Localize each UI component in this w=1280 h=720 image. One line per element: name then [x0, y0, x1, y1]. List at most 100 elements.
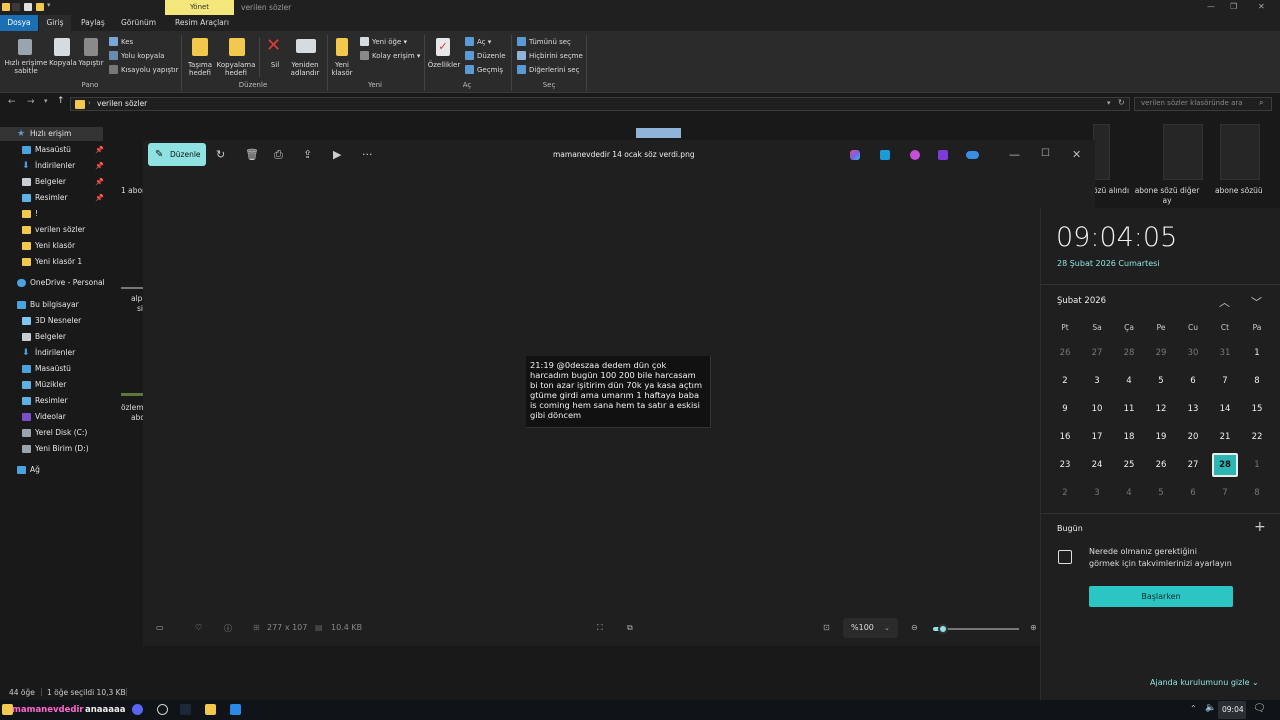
- nav-item-folder-excl[interactable]: !: [0, 207, 38, 221]
- calendar-day[interactable]: 23: [1052, 453, 1078, 477]
- calendar-day[interactable]: 3: [1084, 369, 1110, 393]
- calendar-day[interactable]: 2: [1052, 481, 1078, 505]
- easy-access-button[interactable]: Kolay erişim ▾: [360, 51, 420, 60]
- calendar-day[interactable]: 9: [1052, 397, 1078, 421]
- onenote-icon[interactable]: [938, 150, 948, 160]
- nav-pc-videos[interactable]: Videolar: [0, 410, 66, 424]
- calendar-day[interactable]: 28: [1116, 341, 1142, 365]
- nav-pc-drive-c[interactable]: Yerel Disk (C:): [0, 426, 87, 440]
- address-dropdown-icon[interactable]: ▾: [1107, 99, 1111, 107]
- back-icon[interactable]: ←: [8, 97, 16, 107]
- calendar-day[interactable]: 30: [1180, 341, 1206, 365]
- designer-icon[interactable]: [880, 150, 890, 160]
- calendar-day[interactable]: 19: [1148, 425, 1174, 449]
- nav-pc-drive-d[interactable]: Yeni Birim (D:): [0, 442, 89, 456]
- file-thumbnail[interactable]: [1163, 124, 1203, 180]
- forward-icon[interactable]: →: [27, 97, 35, 107]
- calendar-day[interactable]: 22: [1244, 425, 1270, 449]
- calendar-day-today[interactable]: 28: [1212, 453, 1238, 477]
- calendar-day[interactable]: 27: [1084, 341, 1110, 365]
- new-folder-button[interactable]: Yeni klasör: [328, 61, 356, 77]
- nav-pc-music[interactable]: Müzikler: [0, 378, 66, 392]
- calendar-day[interactable]: 8: [1244, 369, 1270, 393]
- file-thumbnail[interactable]: [121, 393, 143, 396]
- minimize-icon[interactable]: —: [1207, 2, 1215, 11]
- nav-item-desktop[interactable]: Masaüstü 📌: [0, 143, 104, 157]
- edit-image-button[interactable]: ✎ Düzenle: [148, 143, 206, 166]
- chevron-down-icon[interactable]: ﹀: [1251, 294, 1262, 310]
- zoom-slider-thumb[interactable]: [938, 624, 948, 634]
- edit-file-button[interactable]: Düzenle: [465, 51, 506, 60]
- calendar-day[interactable]: 4: [1116, 481, 1142, 505]
- search-input[interactable]: verilen sözler klasöründe ara: [1141, 99, 1243, 107]
- nav-pc-downloads[interactable]: ⬇ İndirilenler: [0, 346, 75, 360]
- calendar-day[interactable]: 7: [1212, 369, 1238, 393]
- tab-file[interactable]: Dosya: [0, 15, 38, 31]
- nav-quick-access[interactable]: ★ Hızlı erişim: [0, 127, 71, 141]
- pin-quick-access-button[interactable]: Hızlı erişime sabitle: [3, 59, 49, 75]
- move-to-button[interactable]: Taşıma hedefi: [184, 61, 216, 77]
- chevron-up-icon[interactable]: ⌃: [1190, 704, 1197, 713]
- calendar-day[interactable]: 6: [1180, 481, 1206, 505]
- context-tab-manage[interactable]: Yönet: [165, 0, 234, 15]
- search-box[interactable]: verilen sözler klasöründe ara ⌕: [1134, 97, 1272, 111]
- full-date[interactable]: 28 Şubat 2026 Cumartesi: [1057, 259, 1160, 268]
- calendar-day[interactable]: 15: [1244, 397, 1270, 421]
- print-icon[interactable]: ⎙: [274, 148, 283, 162]
- nav-item-verilen-sozler[interactable]: verilen sözler: [0, 223, 85, 237]
- nav-item-downloads[interactable]: ⬇ İndirilenler 📌: [0, 159, 104, 173]
- new-item-button[interactable]: Yeni öğe ▾: [360, 37, 407, 46]
- calendar-day[interactable]: 31: [1212, 341, 1238, 365]
- filmstrip-icon[interactable]: ▭: [156, 623, 164, 632]
- calendar-day[interactable]: 12: [1148, 397, 1174, 421]
- slideshow-icon[interactable]: ▶: [333, 148, 341, 161]
- rotate-icon[interactable]: ↻: [216, 148, 225, 161]
- calendar-day[interactable]: 10: [1084, 397, 1110, 421]
- get-started-button[interactable]: Başlarken: [1089, 586, 1233, 607]
- calendar-day[interactable]: 1: [1244, 341, 1270, 365]
- calendar-day[interactable]: 16: [1052, 425, 1078, 449]
- month-title[interactable]: Şubat 2026: [1057, 296, 1106, 306]
- tab-home[interactable]: Giriş: [39, 15, 71, 31]
- add-event-icon[interactable]: +: [1254, 519, 1266, 535]
- new-folder-icon[interactable]: [36, 3, 44, 11]
- tab-view[interactable]: Görünüm: [121, 18, 156, 27]
- select-all-button[interactable]: Tümünü seç: [517, 37, 571, 46]
- calendar-day[interactable]: 13: [1180, 397, 1206, 421]
- more-icon[interactable]: ···: [362, 148, 373, 161]
- hide-agenda-link[interactable]: Ajanda kurulumunu gizle ⌄: [1150, 678, 1259, 687]
- calendar-day[interactable]: 1: [1244, 453, 1270, 477]
- calendar-day[interactable]: 11: [1116, 397, 1142, 421]
- volume-icon[interactable]: 🔈: [1205, 703, 1216, 713]
- maximize-icon[interactable]: ☐: [1041, 148, 1050, 159]
- refresh-icon[interactable]: ↻: [1118, 98, 1125, 107]
- nav-pc-desktop[interactable]: Masaüstü: [0, 362, 71, 376]
- copy-to-button[interactable]: Kopyalama hedefi: [216, 61, 256, 77]
- calendar-day[interactable]: 7: [1212, 481, 1238, 505]
- calendar-day[interactable]: 18: [1116, 425, 1142, 449]
- share-icon[interactable]: ⇪: [303, 148, 312, 161]
- file-label[interactable]: abone sözü diğer ay: [1132, 186, 1202, 206]
- calendar-day[interactable]: 26: [1052, 341, 1078, 365]
- calendar-day[interactable]: 4: [1116, 369, 1142, 393]
- nav-pc-documents[interactable]: Belgeler: [0, 330, 66, 344]
- up-icon[interactable]: ↑: [57, 96, 65, 106]
- file-thumbnail[interactable]: [1220, 124, 1260, 180]
- clipchamp-icon[interactable]: [910, 150, 920, 160]
- tab-share[interactable]: Paylaş: [81, 18, 105, 27]
- copilot-icon[interactable]: [850, 150, 860, 160]
- search-icon[interactable]: ⌕: [1259, 98, 1263, 108]
- file-label[interactable]: özü alındı: [1093, 186, 1129, 195]
- photos-icon[interactable]: [230, 704, 241, 715]
- calendar-day[interactable]: 5: [1148, 481, 1174, 505]
- chevron-up-icon[interactable]: ︿: [1219, 294, 1230, 310]
- calendar-day[interactable]: 27: [1180, 453, 1206, 477]
- calendar-day[interactable]: 29: [1148, 341, 1174, 365]
- text-scan-icon[interactable]: ⧉: [627, 623, 633, 633]
- invert-selection-button[interactable]: Diğerlerini seç: [517, 65, 579, 74]
- file-thumbnail[interactable]: [636, 128, 681, 138]
- cut-button[interactable]: Kes: [109, 37, 133, 46]
- visual-search-icon[interactable]: ⛶: [597, 623, 603, 633]
- file-label[interactable]: abone sözüü: [1215, 186, 1263, 195]
- nav-network[interactable]: Ağ: [0, 463, 40, 477]
